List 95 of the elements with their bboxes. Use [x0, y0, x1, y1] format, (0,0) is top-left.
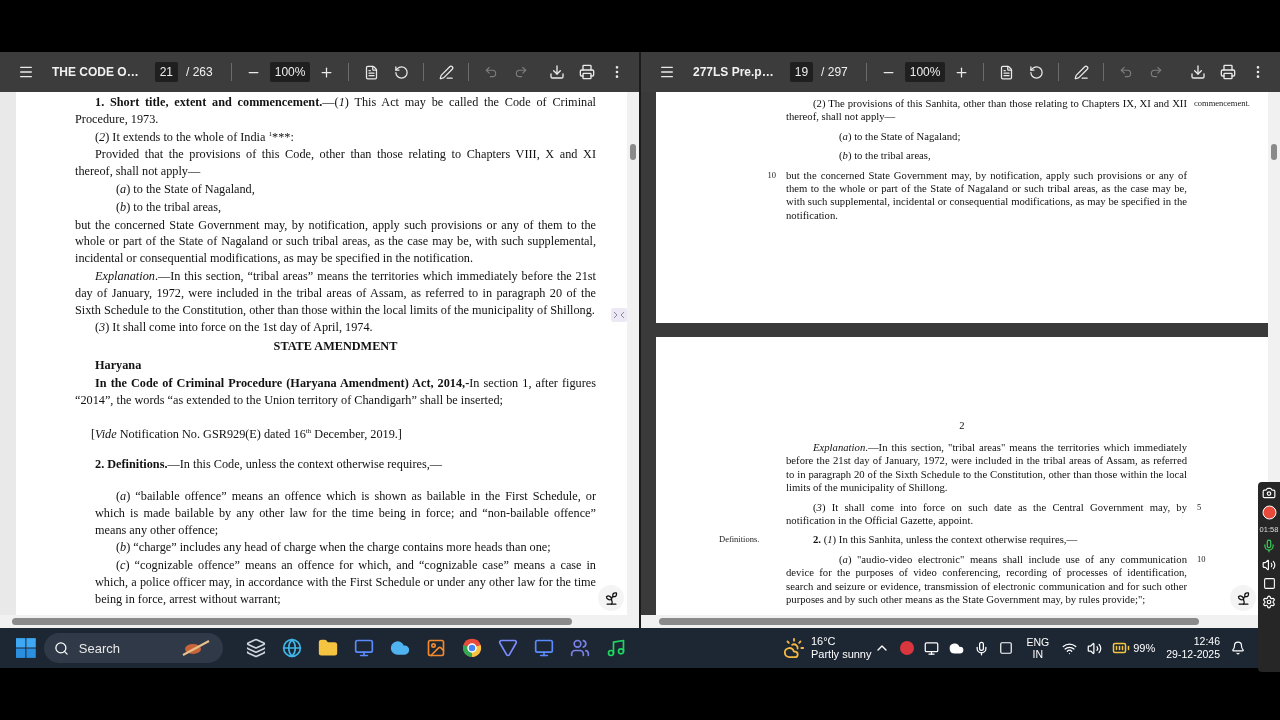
paragraph: but the concerned State Government may, by notification, apply such provisions or any of them to the whole or part of the State of Nagaland or such tribal areas, as the case may be, with such supplemental, incidental or consequential modifications, as may be specified in the notification.	[786, 168, 1187, 223]
window-icon[interactable]	[999, 641, 1014, 655]
state-heading: Haryana	[94, 356, 143, 374]
search-field[interactable]: Search	[76, 639, 171, 657]
mic-icon[interactable]	[974, 640, 990, 656]
print-icon[interactable]	[1220, 64, 1236, 80]
undo-icon[interactable]	[1119, 65, 1134, 79]
undo-icon[interactable]	[484, 65, 499, 79]
list-item: (a) to the State of Nagaland,	[115, 181, 256, 198]
list-item: (b) to the tribal areas,	[838, 149, 932, 163]
paragraph: 2. (1) In this Sanhita, unless the context otherwise requires,—	[812, 533, 1079, 547]
pen-icon[interactable]	[438, 64, 454, 80]
camera-icon[interactable]	[1262, 486, 1276, 500]
cloud-icon[interactable]	[949, 640, 965, 656]
search-icon	[53, 640, 69, 656]
list-item: (a) “bailable offence” means an offence which is shown as bailable in the First Schedule, or which is made bailable by any other law for the time being in force; and “non-bailable offence” means any other offence;	[94, 487, 596, 539]
document-title: THE CODE O…	[52, 65, 139, 79]
scrollbar-thumb[interactable]	[12, 618, 572, 625]
menu-icon[interactable]	[18, 64, 34, 80]
list-item: (a) to the State of Nagaland;	[838, 129, 962, 144]
triangle-icon[interactable]	[497, 638, 518, 658]
zoom-in-icon[interactable]	[953, 64, 969, 80]
page-number: 2	[959, 420, 965, 431]
redo-icon[interactable]	[1149, 65, 1164, 79]
folder-icon[interactable]	[317, 638, 338, 658]
page-icon[interactable]	[998, 64, 1014, 80]
paragraph: Explanation.—In this section, “tribal areas” means the territories which immediately before the 21st day of January, 1972, were included in the tribal areas of Assam, as referred to in paragraph 20 of the Sixth Schedule to the Constitution, other than those within the local limits of the municipality of Shillong.	[75, 267, 596, 319]
monitor-icon[interactable]	[924, 640, 940, 656]
margin-note: commencement.	[1194, 98, 1250, 108]
paragraph: (2) It extends to the whole of India $^{1}$***:	[94, 128, 295, 146]
battery-level: 99%	[1133, 642, 1156, 654]
sprout-icon	[603, 590, 619, 606]
margin-note: Definitions.	[719, 534, 760, 545]
paragraph: (2) The provisions of this Sanhita, other than those relating to Chapters IX, XI and XII thereof, shall not apply—	[786, 97, 1187, 124]
image-icon[interactable]	[425, 638, 446, 658]
page-field[interactable]: 19	[789, 62, 814, 82]
page-icon[interactable]	[363, 64, 379, 80]
redo-icon[interactable]	[514, 65, 529, 79]
menu-icon[interactable]	[659, 64, 675, 80]
weather-text: Partly sunny	[810, 648, 872, 661]
search-bar[interactable]: Search	[43, 633, 223, 663]
notification-note: [Vide Notification No. GSR929(E) dated 16$^{th}$ December, 2019.]	[90, 426, 403, 444]
rotate-icon[interactable]	[393, 64, 409, 80]
scrollbar-thumb[interactable]	[659, 618, 1199, 625]
sprout-icon	[1235, 590, 1251, 606]
music-icon[interactable]	[605, 638, 626, 658]
scrollbar-thumb[interactable]	[630, 144, 636, 160]
list-item: (a) "audio-video electronic" means shall include use of any communication device for the purposes of video conferencing, recording of processes of identification, search and seizure or evidence, transmission of electronic communication and for such other purposes and by such other means as the State Government may, by rules provide;";	[786, 552, 1187, 607]
people-icon[interactable]	[569, 638, 590, 658]
paragraph: 2. Definitions.—In this Code, unless the context otherwise requires,—	[94, 456, 444, 473]
line-number: 10	[767, 169, 776, 180]
weather-icon	[782, 637, 805, 659]
circle-logo-icon[interactable]	[461, 638, 482, 658]
line-number: 10	[1197, 553, 1206, 564]
windows-logo-icon[interactable]	[16, 638, 36, 658]
paragraph: Explanation.—In this section, "tribal areas" means the territories which immediately before the 21st day of January, 1972, were included in the tribal areas of Assam, as referred to in paragraph 20 of the Sixth Schedule to the Constitution, other than those within the local limits of the municipality of Shillong.	[786, 441, 1187, 495]
layers-icon[interactable]	[245, 638, 266, 658]
speaker-icon[interactable]	[1262, 558, 1276, 572]
page-count: / 297	[821, 65, 848, 79]
print-icon[interactable]	[579, 64, 595, 80]
pen-icon[interactable]	[1073, 64, 1089, 80]
bell-icon[interactable]	[1231, 641, 1245, 655]
collapse-icon[interactable]	[611, 308, 627, 322]
temperature-text: 16°C	[810, 635, 837, 648]
globe-icon[interactable]	[281, 638, 302, 658]
volume-icon[interactable]	[1087, 640, 1103, 656]
app-logo-icon[interactable]	[900, 641, 915, 655]
cloud-icon[interactable]	[389, 638, 410, 658]
settings-icon[interactable]	[1262, 595, 1276, 609]
window-icon[interactable]	[1262, 577, 1276, 590]
list-item: (c) “cognizable offence” means an offence for which, and “cognizable case” means a case in which, a police officer may, in accordance with the First Schedule or under any other law for the time being in force, arrest without warrant;	[94, 557, 596, 608]
download-icon[interactable]	[549, 64, 565, 80]
zoom-field[interactable]: 100%	[904, 62, 946, 82]
wifi-icon[interactable]	[1062, 640, 1078, 656]
download-icon[interactable]	[1190, 64, 1206, 80]
paragraph: In the Code of Criminal Procedure (Haryana Amendment) Act, 2014,-In section 1, after figures “2014”, the words “as extended to the Union territory of Chandigarh” shall be inserted;	[75, 374, 596, 409]
scrollbar-thumb[interactable]	[1271, 144, 1277, 160]
paragraph: 1. Short title, extent and commencement.—(1) This Act may be called the Code of Criminal Procedure, 1973.	[75, 94, 596, 128]
mic-icon[interactable]	[1262, 539, 1276, 553]
document-title: 277LS Pre.p…	[693, 65, 774, 79]
paragraph: but the concerned State Government may, by notification, apply such provisions or any of them to the whole or part of the State of Nagaland or such tribal areas, as the case may be, with such supplemental, incidental or consequential modifications, as may be specified in the notification.	[75, 216, 596, 267]
clock-button[interactable]: 12:46 29-12-2025	[1162, 635, 1224, 661]
paragraph: (3) It shall come into force on the 1st day of April, 1974.	[94, 319, 374, 337]
page-field[interactable]: 21	[154, 62, 179, 82]
list-item: (b) to the tribal areas,	[115, 198, 223, 216]
section-heading: STATE AMENDMENT	[272, 338, 399, 355]
page-count: / 263	[186, 65, 213, 79]
rotate-icon[interactable]	[1028, 64, 1044, 80]
zoom-in-icon[interactable]	[318, 64, 334, 80]
record-icon[interactable]	[1261, 505, 1277, 520]
line-number: 5	[1197, 501, 1202, 512]
paragraph: (3) It shall come into force on such date as the Central Government may, by notification in the Official Gazette, appoint.	[786, 500, 1187, 528]
language-button[interactable]: ENG IN	[1020, 636, 1056, 660]
list-item: (b) “charge” includes any head of charge when the charge contains more heads than one;	[115, 539, 552, 557]
zoom-field[interactable]: 100%	[269, 62, 311, 82]
